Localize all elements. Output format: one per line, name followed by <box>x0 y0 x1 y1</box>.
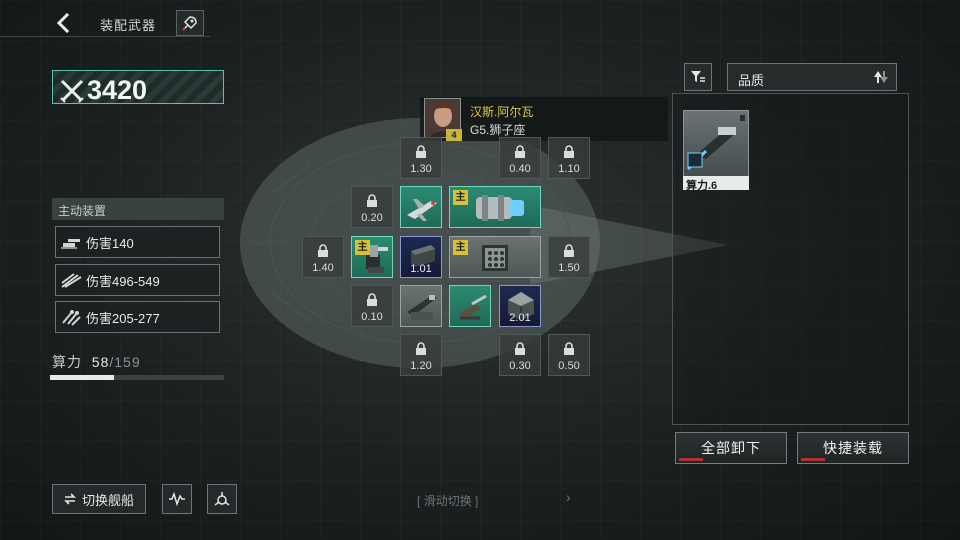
equipped-slot-fighter[interactable] <box>400 186 442 228</box>
swipe-next-arrow[interactable]: › <box>566 489 571 505</box>
active-device-2-label: 伤害496-549 <box>86 273 160 289</box>
rocket-icon <box>182 16 197 31</box>
locked-slot[interactable]: 1.10 <box>548 137 590 179</box>
launcher-module-icon <box>407 295 437 320</box>
lock-icon <box>416 145 426 158</box>
equipped-slot-block[interactable]: 1.01 <box>400 236 442 278</box>
lock-icon <box>318 244 328 257</box>
slot-cost: 0.40 <box>509 163 531 175</box>
compute-used: 58 <box>91 354 110 370</box>
locked-slot[interactable]: 0.30 <box>499 334 541 376</box>
equipped-slot-missile-box[interactable]: 主 <box>449 236 541 278</box>
combat-power-box: 3420 <box>52 70 224 105</box>
slot-cost: 2.01 <box>509 312 531 324</box>
locked-slot[interactable]: 1.30 <box>400 137 442 179</box>
multi-missile-icon <box>62 310 81 326</box>
missile-swarm-icon <box>61 273 82 288</box>
slot-cost: 0.20 <box>361 212 383 224</box>
equipped-slot-launcher[interactable] <box>400 285 442 327</box>
turret-icon <box>61 239 80 249</box>
lock-icon <box>564 145 574 158</box>
waveform-icon <box>169 492 185 506</box>
swap-arrows-icon <box>64 493 76 505</box>
button-tag <box>679 458 703 461</box>
slot-cost: 1.10 <box>558 163 580 175</box>
inventory-item-compute: 算力.6 <box>686 180 718 192</box>
swipe-bracket-right: ] <box>475 494 479 508</box>
ship-select-button[interactable] <box>176 10 204 36</box>
gatling-module-icon <box>458 294 487 320</box>
compute-total: /159 <box>109 354 141 370</box>
turret-module-icon <box>366 245 388 273</box>
locked-slot[interactable]: 0.20 <box>351 186 393 228</box>
equipped-slot-cannon[interactable]: 主 <box>449 186 541 228</box>
equipped-slot-gatling[interactable] <box>449 285 491 327</box>
active-device-1[interactable]: 伤害140 <box>55 226 220 258</box>
compute-label: 算力 <box>52 354 82 370</box>
page-title: 装配武器 <box>100 18 157 33</box>
active-device-3-label: 伤害205-277 <box>86 310 160 326</box>
slot-cost: 1.20 <box>410 360 432 372</box>
locked-slot[interactable]: 0.50 <box>548 334 590 376</box>
switch-ship-label: 切换舰船 <box>81 492 134 508</box>
quick-equip-button[interactable]: 快捷装载 <box>797 432 909 464</box>
switch-ship-button[interactable]: 切换舰船 <box>52 484 146 514</box>
swipe-hint: [ 滑动切换 ] <box>417 492 478 509</box>
waveform-button[interactable] <box>162 484 192 514</box>
lock-icon <box>564 244 574 257</box>
filter-button[interactable] <box>684 63 712 91</box>
compute-bar-fill <box>50 375 114 380</box>
button-tag <box>801 458 825 461</box>
locked-slot[interactable]: 1.50 <box>548 236 590 278</box>
heavy-cannon-icon <box>476 195 524 221</box>
formation-button[interactable] <box>207 484 237 514</box>
header-divider <box>0 36 210 37</box>
crossed-swords-icon <box>60 79 84 103</box>
cannon-item-icon <box>686 115 745 171</box>
lock-icon <box>367 194 377 207</box>
equipped-slot-crate[interactable]: 2.01 <box>499 285 541 327</box>
locked-slot[interactable]: 1.40 <box>302 236 344 278</box>
lock-icon <box>367 293 377 306</box>
slot-cost: 1.40 <box>312 262 334 274</box>
back-button[interactable] <box>48 8 78 38</box>
slot-cost: 0.50 <box>558 360 580 372</box>
locked-slot[interactable]: 0.40 <box>499 137 541 179</box>
slot-cost: 0.10 <box>361 311 383 323</box>
captain-rank: G5.狮子座 <box>470 123 526 137</box>
swipe-bracket-left: [ <box>417 494 421 508</box>
slot-cost: 1.50 <box>558 262 580 274</box>
fighter-module-icon <box>407 199 437 221</box>
chevron-left-icon <box>56 13 70 33</box>
combat-power-value: 3420 <box>87 75 148 105</box>
equipped-slot-turret[interactable]: 主 <box>351 236 393 278</box>
active-device-3[interactable]: 伤害205-277 <box>55 301 220 333</box>
sort-dropdown-label: 品质 <box>738 73 765 88</box>
slot-cost: 1.30 <box>410 163 432 175</box>
unequip-all-button[interactable]: 全部卸下 <box>675 432 787 464</box>
slot-cost: 1.01 <box>410 263 432 275</box>
lock-icon <box>416 342 426 355</box>
active-device-2[interactable]: 伤害496-549 <box>55 264 220 296</box>
unequip-all-label: 全部卸下 <box>701 440 761 456</box>
lock-icon <box>564 342 574 355</box>
locked-slot[interactable]: 0.10 <box>351 285 393 327</box>
captain-level-badge: 4 <box>446 129 462 141</box>
captain-name: 汉斯.阿尔瓦 <box>470 105 534 119</box>
compute-readout: 算力 58/159 <box>52 352 141 372</box>
quick-equip-label: 快捷装载 <box>823 440 883 456</box>
swipe-hint-label: 滑动切换 <box>423 494 472 508</box>
formation-icon <box>214 492 230 506</box>
sort-arrows-icon[interactable] <box>873 70 889 84</box>
lock-icon <box>515 342 525 355</box>
slot-cost: 0.30 <box>509 360 531 372</box>
lock-icon <box>515 145 525 158</box>
missile-box-icon <box>482 245 508 271</box>
filter-icon <box>691 71 705 82</box>
locked-slot[interactable]: 1.20 <box>400 334 442 376</box>
active-device-1-label: 伤害140 <box>86 235 134 251</box>
active-devices-title: 主动装置 <box>58 204 107 218</box>
